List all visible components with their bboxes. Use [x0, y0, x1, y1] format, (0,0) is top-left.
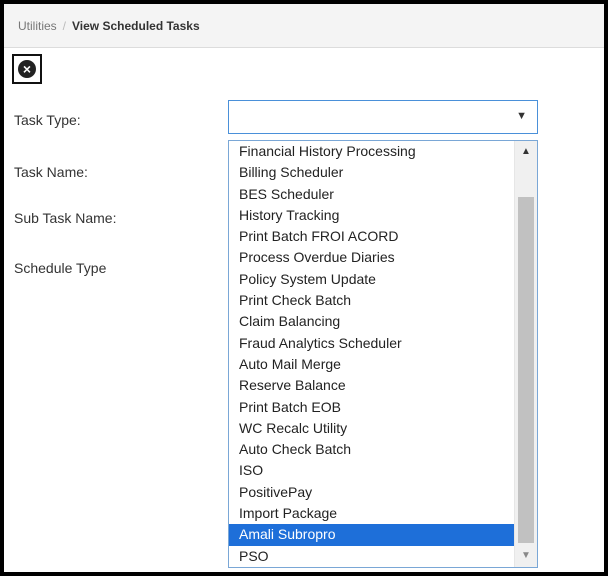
- task-type-dropdown-list: Financial History Processing Billing Sche…: [228, 140, 538, 568]
- task-type-select[interactable]: ▼: [228, 100, 538, 134]
- dropdown-option[interactable]: WC Recalc Utility: [229, 418, 515, 439]
- dropdown-scrollbar[interactable]: ▲ ▼: [514, 141, 537, 567]
- dropdown-option[interactable]: Print Batch EOB: [229, 397, 515, 418]
- dropdown-option[interactable]: BES Scheduler: [229, 184, 515, 205]
- dropdown-option[interactable]: Financial History Processing: [229, 141, 515, 162]
- close-circle-icon: ×: [18, 60, 36, 78]
- breadcrumb: Utilities / View Scheduled Tasks: [4, 4, 604, 48]
- dropdown-option[interactable]: Process Overdue Diaries: [229, 247, 515, 268]
- dropdown-option[interactable]: Auto Mail Merge: [229, 354, 515, 375]
- dropdown-option[interactable]: Auto Check Batch: [229, 439, 515, 460]
- schedule-type-label: Schedule Type: [14, 260, 107, 276]
- scroll-down-arrow-icon[interactable]: ▼: [515, 547, 537, 565]
- page-frame: Utilities / View Scheduled Tasks × Task Ty…: [4, 4, 604, 572]
- sub-task-name-label: Sub Task Name:: [14, 210, 117, 226]
- caret-down-icon: ▼: [516, 110, 527, 122]
- breadcrumb-utilities[interactable]: Utilities: [18, 19, 57, 33]
- dropdown-option[interactable]: ISO: [229, 460, 515, 481]
- task-name-label: Task Name:: [14, 164, 88, 180]
- dropdown-option[interactable]: Amali Subropro: [229, 524, 515, 546]
- dropdown-option[interactable]: Import Package: [229, 503, 515, 524]
- dropdown-option[interactable]: Claim Balancing: [229, 311, 515, 332]
- dropdown-option[interactable]: Fraud Analytics Scheduler: [229, 333, 515, 354]
- close-button[interactable]: ×: [12, 54, 42, 84]
- breadcrumb-current: View Scheduled Tasks: [72, 19, 200, 33]
- breadcrumb-separator: /: [62, 19, 67, 33]
- scroll-up-arrow-icon[interactable]: ▲: [515, 143, 537, 161]
- task-type-label: Task Type:: [14, 112, 81, 128]
- dropdown-option[interactable]: Billing Scheduler: [229, 162, 515, 183]
- dropdown-option[interactable]: Policy System Update: [229, 269, 515, 290]
- dropdown-option[interactable]: PSO: [229, 546, 515, 567]
- dropdown-option[interactable]: Reserve Balance: [229, 375, 515, 396]
- options-list: Financial History Processing Billing Sche…: [229, 141, 515, 567]
- dropdown-option[interactable]: Print Batch FROI ACORD: [229, 226, 515, 247]
- dropdown-option[interactable]: Print Check Batch: [229, 290, 515, 311]
- dropdown-option[interactable]: History Tracking: [229, 205, 515, 226]
- dropdown-option[interactable]: PositivePay: [229, 482, 515, 503]
- scrollbar-thumb[interactable]: [518, 197, 534, 543]
